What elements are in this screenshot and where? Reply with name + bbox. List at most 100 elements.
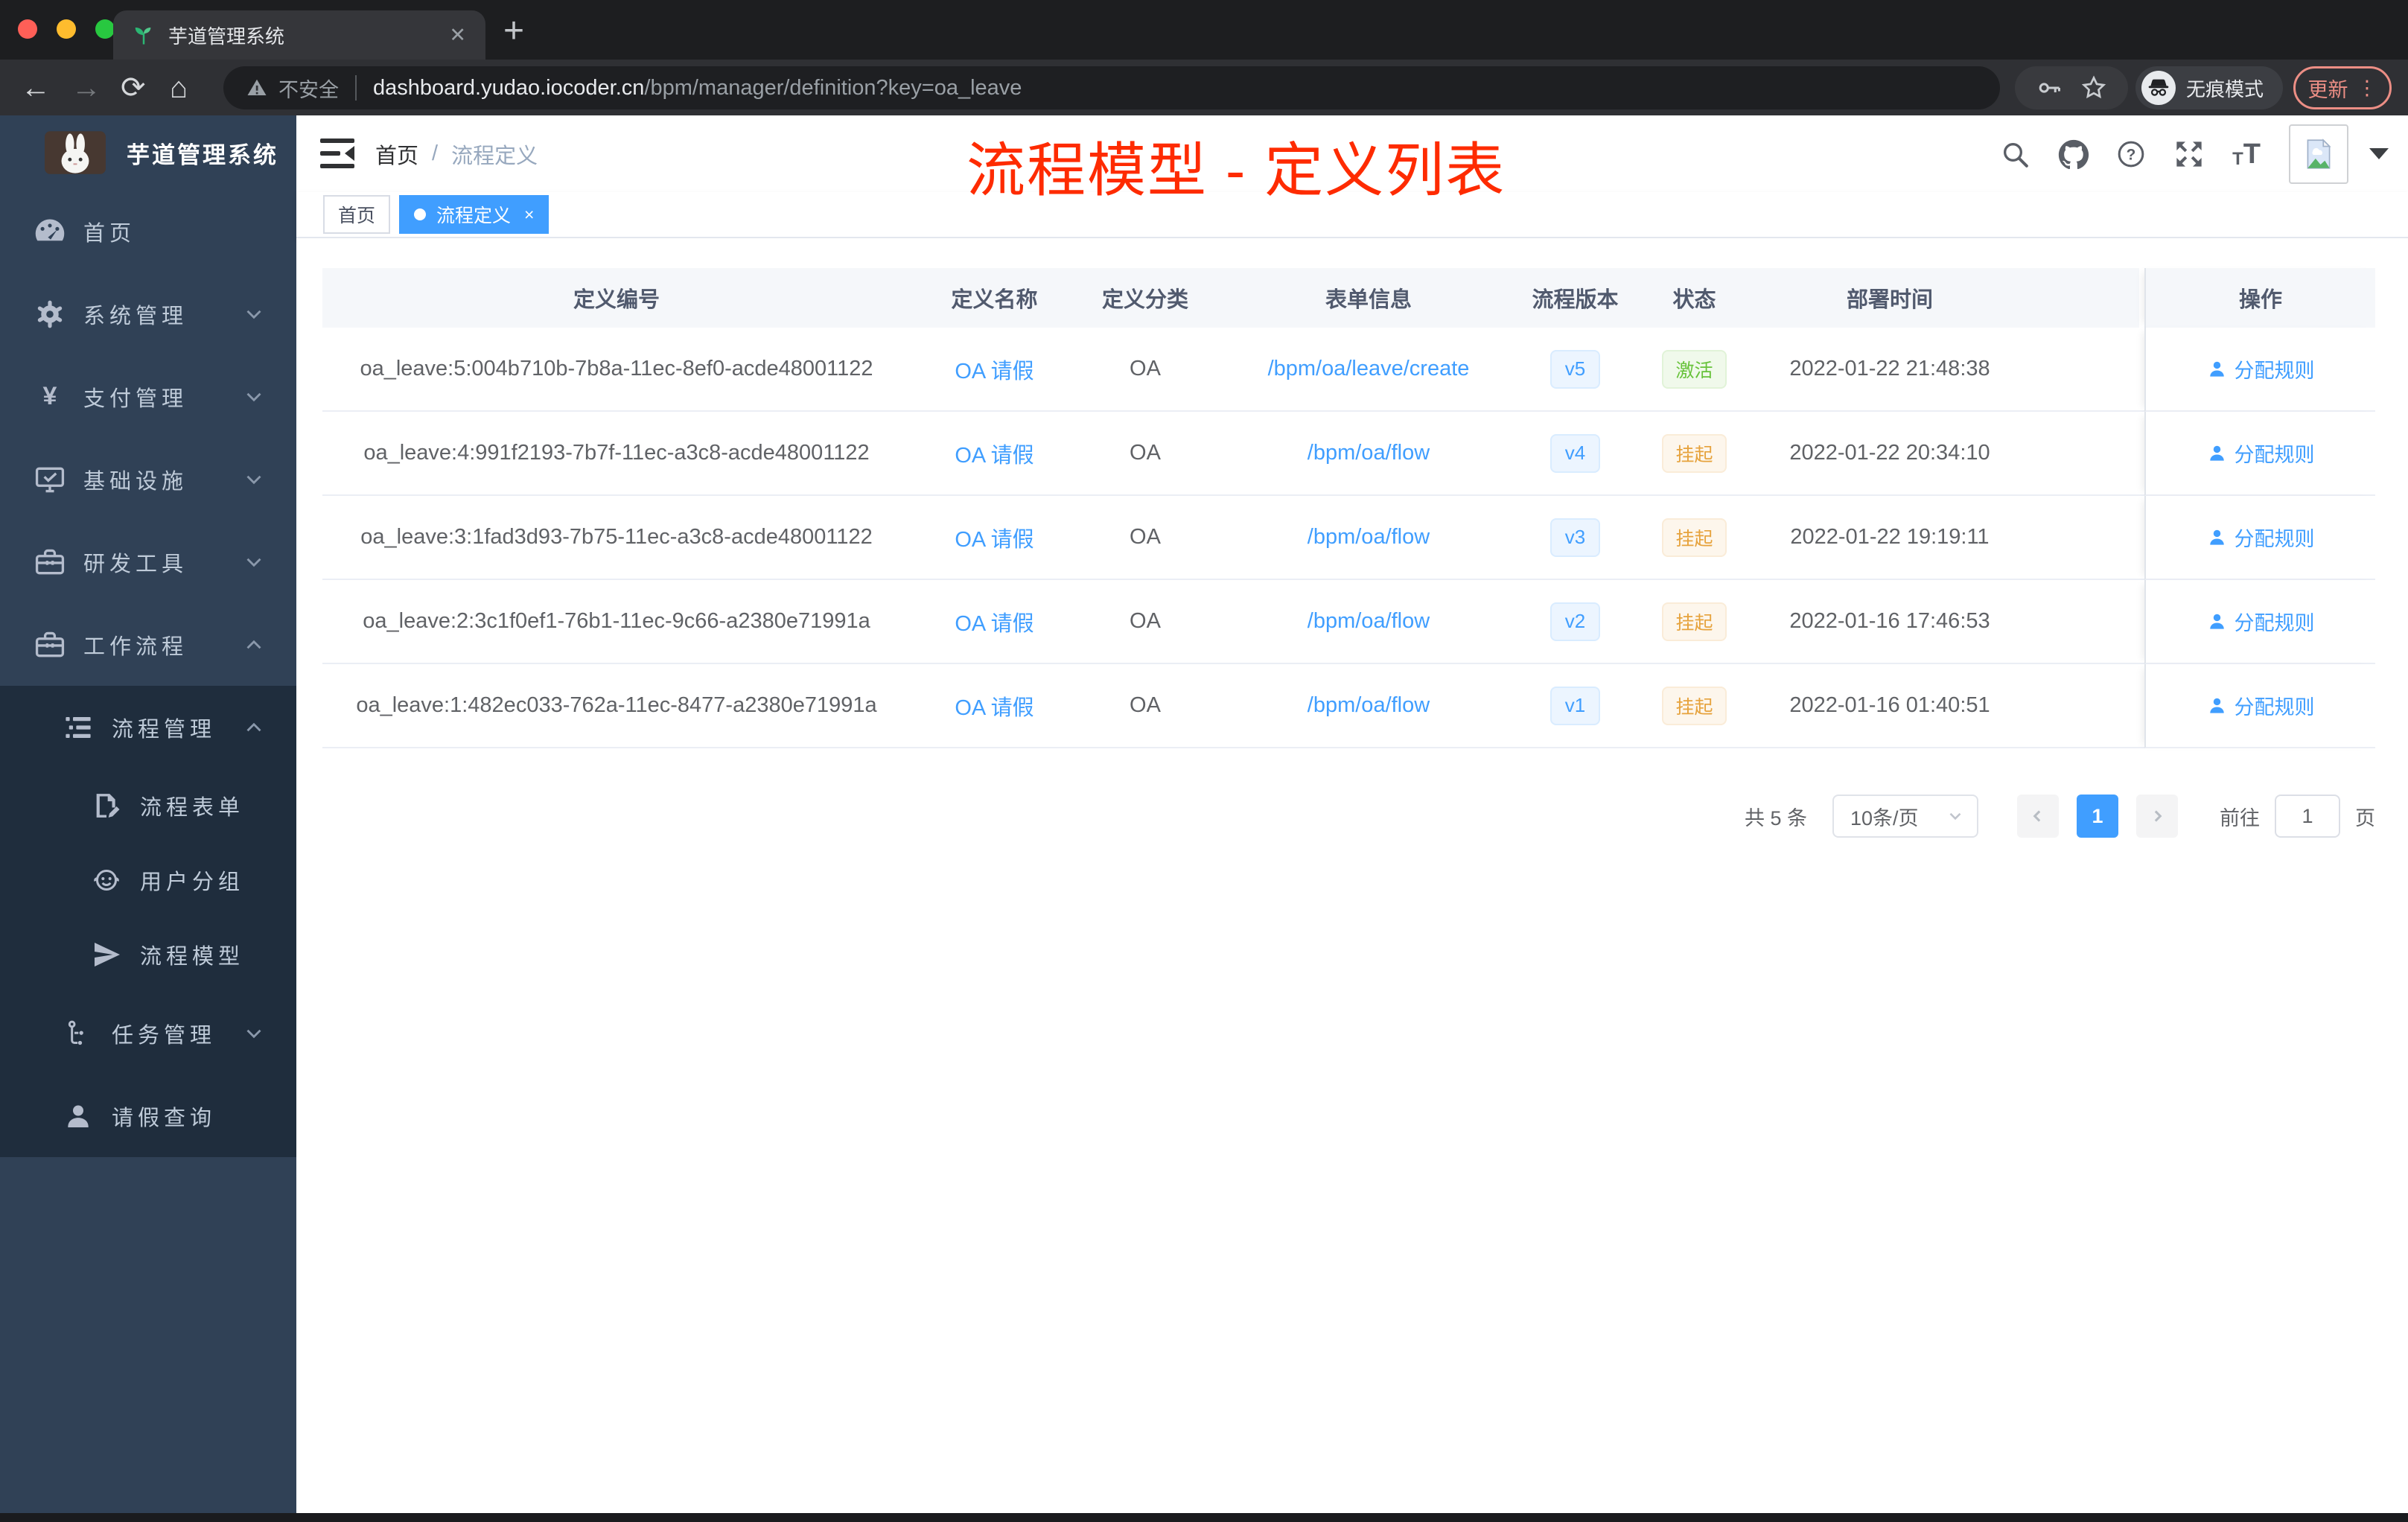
toolbar-extensions-group	[2015, 66, 2128, 109]
cell-category: OA	[1078, 328, 1212, 412]
window-controls	[18, 19, 115, 39]
sidebar-item-dev-tools[interactable]: 研发工具	[0, 520, 296, 603]
assign-rule-button[interactable]: 分配规则	[2207, 439, 2315, 468]
breadcrumb-home[interactable]: 首页	[375, 138, 418, 170]
password-key-icon[interactable]	[2036, 74, 2063, 101]
assign-rule-button[interactable]: 分配规则	[2207, 691, 2315, 720]
sidebar-item-process-model[interactable]: 流程模型	[0, 917, 296, 992]
form-link[interactable]: /bpm/oa/flow	[1307, 441, 1430, 465]
update-label[interactable]: 更新	[2308, 74, 2348, 103]
sidebar-item-process-management[interactable]: 流程管理	[0, 686, 296, 768]
window-bottom-edge	[0, 1513, 2408, 1522]
header-form-info: 表单信息	[1212, 268, 1525, 328]
definition-name-link[interactable]: OA 请假	[955, 438, 1033, 469]
chrome-update-button[interactable]: 更新 ⋮	[2293, 66, 2392, 109]
assign-rule-button[interactable]: 分配规则	[2207, 354, 2315, 383]
page-number-current[interactable]: 1	[2077, 795, 2118, 838]
chevron-left-icon	[2033, 810, 2041, 822]
task-tree-icon	[61, 1016, 95, 1051]
tag-close-icon[interactable]: ×	[524, 205, 534, 225]
form-link[interactable]: /bpm/oa/flow	[1307, 525, 1430, 550]
chrome-menu-dots-icon[interactable]: ⋮	[2357, 77, 2377, 100]
help-icon[interactable]: ?	[2116, 139, 2146, 169]
avatar[interactable]	[2289, 124, 2348, 184]
home-icon[interactable]: ⌂	[170, 73, 188, 103]
address-bar[interactable]: 不安全 dashboard.yudao.iocoder.cn/bpm/manag…	[223, 66, 2000, 109]
assign-rule-button[interactable]: 分配规则	[2207, 607, 2315, 636]
security-label[interactable]: 不安全	[278, 74, 339, 103]
logo-avatar	[45, 131, 106, 174]
goto-page-input[interactable]	[2275, 795, 2340, 838]
sidebar-item-task-management[interactable]: 任务管理	[0, 992, 296, 1074]
form-link[interactable]: /bpm/oa/leave/create	[1268, 357, 1470, 381]
sidebar-item-user-group[interactable]: 用户分组	[0, 843, 296, 917]
goto-label: 前往	[2220, 806, 2260, 830]
status-badge: 挂起	[1662, 433, 1727, 473]
sidebar-item-workflow[interactable]: 工作流程	[0, 603, 296, 686]
sidebar-item-infrastructure[interactable]: 基础设施	[0, 438, 296, 520]
cell-category: OA	[1078, 412, 1212, 496]
sidebar-item-system[interactable]: 系统管理	[0, 273, 296, 355]
cell-category: OA	[1078, 664, 1212, 748]
browser-tab[interactable]: 芋道管理系统 ✕	[113, 10, 485, 60]
chevron-right-icon	[2154, 810, 2162, 822]
form-link[interactable]: /bpm/oa/flow	[1307, 693, 1430, 718]
sidebar-item-leave-query[interactable]: 请假查询	[0, 1074, 296, 1157]
window-close-button[interactable]	[18, 19, 37, 39]
definition-name-link[interactable]: OA 请假	[955, 354, 1033, 385]
page-size-select[interactable]: 10条/页	[1832, 795, 1978, 838]
back-icon[interactable]: ←	[21, 73, 51, 103]
toolbox-icon	[33, 545, 67, 579]
sidebar-collapse-icon[interactable]	[320, 138, 354, 169]
chevron-down-icon	[241, 467, 267, 492]
status-badge: 挂起	[1662, 686, 1727, 725]
status-badge: 挂起	[1662, 602, 1727, 641]
definition-name-link[interactable]: OA 请假	[955, 522, 1033, 553]
window-zoom-button[interactable]	[95, 19, 115, 39]
pagination-total: 共 5 条	[1744, 806, 1807, 830]
tag-active-process-definition[interactable]: 流程定义 ×	[399, 195, 550, 234]
fullscreen-icon[interactable]	[2174, 139, 2204, 169]
bookmark-star-icon[interactable]	[2080, 74, 2107, 101]
cell-definition-id: oa_leave:4:991f2193-7b7f-11ec-a3c8-acde4…	[322, 412, 911, 496]
definition-name-link[interactable]: OA 请假	[955, 606, 1033, 637]
tag-home[interactable]: 首页	[323, 195, 391, 234]
sidebar-logo[interactable]: 芋道管理系统	[0, 115, 296, 190]
prev-page-button[interactable]	[2017, 795, 2059, 838]
form-link[interactable]: /bpm/oa/flow	[1307, 609, 1430, 634]
table-row: oa_leave:4:991f2193-7b7f-11ec-a3c8-acde4…	[322, 412, 2375, 496]
sidebar-item-process-form[interactable]: 流程表单	[0, 768, 296, 843]
url-path: /bpm/manager/definition?key=oa_leave	[644, 75, 1022, 100]
new-tab-button[interactable]: +	[503, 13, 524, 49]
assign-rule-button[interactable]: 分配规则	[2207, 523, 2315, 552]
definition-name-link[interactable]: OA 请假	[955, 690, 1033, 722]
table-row: oa_leave:5:004b710b-7b8a-11ec-8ef0-acde4…	[322, 328, 2375, 412]
avatar-caret-icon[interactable]	[2369, 148, 2389, 159]
dashboard-icon	[33, 214, 67, 249]
header-definition-id: 定义编号	[322, 268, 911, 328]
sidebar-submenu-workflow: 流程管理 流程表单 用户分组 流程模型 任务管理 请假查询	[0, 686, 296, 1157]
gear-icon	[33, 297, 67, 331]
forward-icon[interactable]: →	[71, 73, 101, 103]
goto-page-group: 前往 页	[2220, 795, 2375, 838]
cell-category: OA	[1078, 580, 1212, 664]
tab-close-icon[interactable]: ✕	[449, 24, 466, 47]
search-icon[interactable]	[2000, 139, 2030, 169]
cell-definition-id: oa_leave:5:004b710b-7b8a-11ec-8ef0-acde4…	[322, 328, 911, 412]
paper-plane-icon	[89, 937, 124, 972]
sidebar-item-home[interactable]: 首页	[0, 190, 296, 273]
github-icon[interactable]	[2058, 139, 2089, 169]
status-badge: 激活	[1662, 349, 1727, 389]
page-content: 定义编号 定义名称 定义分类 表单信息 流程版本 状态 部署时间 操作 oa_l…	[296, 238, 2408, 1513]
tab-title: 芋道管理系统	[168, 25, 285, 48]
window-minimize-button[interactable]	[57, 19, 76, 39]
status-badge: 挂起	[1662, 518, 1727, 557]
table-row: oa_leave:3:1fad3d93-7b75-11ec-a3c8-acde4…	[322, 496, 2375, 580]
next-page-button[interactable]	[2136, 795, 2178, 838]
header-definition-name: 定义名称	[911, 268, 1078, 328]
font-size-icon[interactable]: TT	[2232, 140, 2261, 168]
sidebar-item-payment[interactable]: ¥ 支付管理	[0, 355, 296, 438]
chevron-down-icon	[241, 550, 267, 575]
header-deploy-time: 部署时间	[1763, 268, 2016, 328]
reload-icon[interactable]: ⟳	[121, 73, 146, 103]
